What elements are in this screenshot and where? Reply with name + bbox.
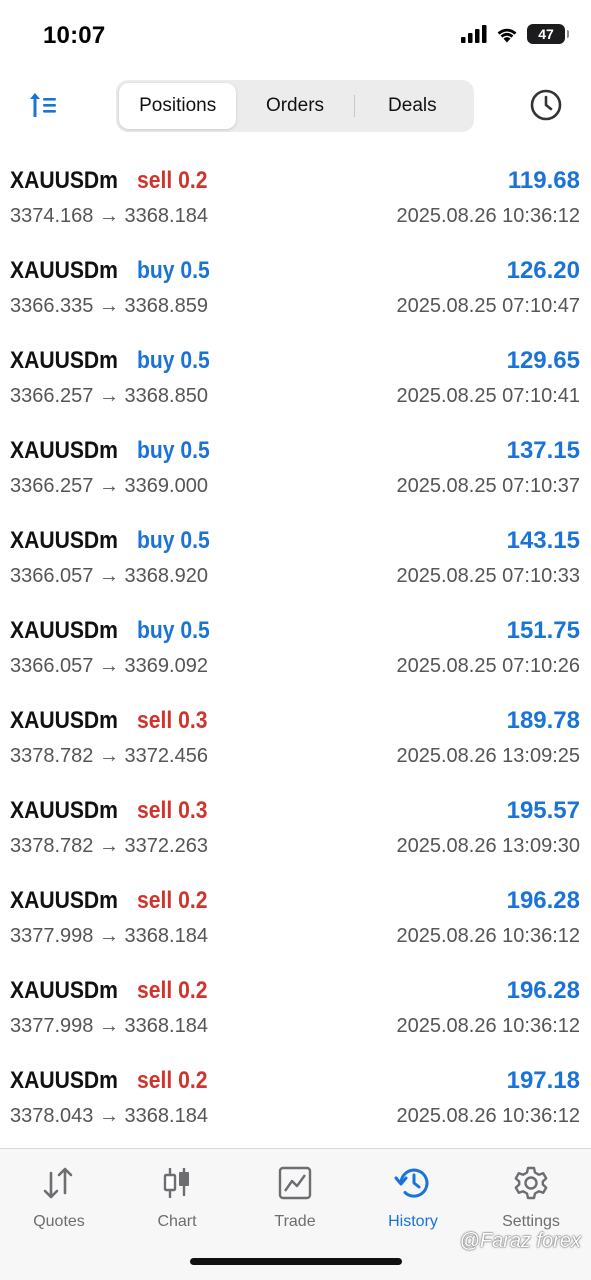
position-symbol: XAUUSDm [10, 1067, 118, 1094]
position-prices: 3366.057 → 3369.092 [10, 655, 208, 677]
position-profit: 197.18 [506, 1067, 580, 1094]
position-time: 2025.08.26 10:36:12 [396, 1015, 580, 1037]
position-prices: 3377.998 → 3368.184 [10, 1015, 208, 1037]
position-profit: 195.57 [506, 797, 580, 824]
position-profit: 137.15 [506, 437, 580, 464]
position-symbol: XAUUSDm [10, 347, 118, 374]
history-icon [393, 1163, 433, 1203]
wifi-icon [497, 28, 517, 43]
position-row[interactable]: XAUUSDm sell 0.2 197.18 3378.043 → 3368.184… [0, 1057, 591, 1147]
position-profit: 143.15 [506, 527, 580, 554]
position-row[interactable]: XAUUSDm sell 0.3 189.78 3378.782 → 3372.456… [0, 697, 591, 787]
tab-deals[interactable]: Deals [353, 83, 471, 129]
cellular-signal-icon [461, 25, 487, 43]
tab-chart[interactable]: Chart [127, 1163, 227, 1233]
position-prices: 3378.782 → 3372.456 [10, 745, 208, 767]
tab-settings-label: Settings [502, 1213, 560, 1230]
tab-history-label: History [388, 1213, 438, 1230]
position-side-volume: buy 0.5 [136, 527, 210, 554]
position-row[interactable]: XAUUSDm buy 0.5 151.75 3366.057 → 3369.092 2… [0, 607, 591, 697]
tab-trade[interactable]: Trade [245, 1163, 345, 1233]
positions-header: Positions Orders Deals [0, 78, 591, 134]
position-time: 2025.08.26 10:36:12 [396, 205, 580, 227]
position-time: 2025.08.26 10:36:12 [396, 925, 580, 947]
position-profit: 196.28 [506, 977, 580, 1004]
position-symbol: XAUUSDm [10, 257, 118, 284]
chart-icon [157, 1163, 197, 1203]
tab-settings[interactable]: Settings [481, 1163, 581, 1233]
position-prices: 3378.782 → 3372.263 [10, 835, 208, 857]
position-time: 2025.08.25 07:10:47 [396, 295, 580, 317]
position-profit: 129.65 [506, 347, 580, 374]
position-prices: 3377.998 → 3368.184 [10, 925, 208, 947]
tab-positions[interactable]: Positions [119, 83, 237, 129]
position-profit: 151.75 [506, 617, 580, 644]
settings-icon [511, 1163, 551, 1203]
position-prices: 3366.257 → 3369.000 [10, 475, 208, 497]
view-segmented-control: Positions Orders Deals [116, 80, 474, 132]
position-symbol: XAUUSDm [10, 707, 118, 734]
position-side-volume: buy 0.5 [136, 257, 210, 284]
sort-icon[interactable] [26, 88, 60, 122]
tab-trade-label: Trade [274, 1213, 316, 1230]
position-symbol: XAUUSDm [10, 617, 118, 644]
tab-quotes-label: Quotes [33, 1213, 85, 1230]
position-time: 2025.08.25 07:10:41 [396, 385, 580, 407]
battery-icon: 47 [527, 24, 569, 44]
position-row[interactable]: XAUUSDm buy 0.5 126.20 3366.335 → 3368.859 2… [0, 247, 591, 337]
trade-icon [275, 1163, 315, 1203]
position-prices: 3378.043 → 3368.184 [10, 1105, 208, 1127]
status-icons: 47 [461, 24, 569, 44]
watermark-text: @Faraz forex [459, 1230, 581, 1252]
position-side-volume: buy 0.5 [136, 617, 210, 644]
tab-quotes[interactable]: Quotes [9, 1163, 109, 1233]
position-symbol: XAUUSDm [10, 527, 118, 554]
position-symbol: XAUUSDm [10, 437, 118, 464]
position-time: 2025.08.25 07:10:33 [396, 565, 580, 587]
tab-orders[interactable]: Orders [236, 83, 353, 129]
position-row[interactable]: XAUUSDm sell 0.2 196.28 3377.998 → 3368.184… [0, 877, 591, 967]
position-symbol: XAUUSDm [10, 797, 118, 824]
position-side-volume: buy 0.5 [136, 437, 210, 464]
position-row[interactable]: XAUUSDm buy 0.5 129.65 3366.257 → 3368.850 2… [0, 337, 591, 427]
position-prices: 3366.057 → 3368.920 [10, 565, 208, 587]
position-row[interactable]: XAUUSDm sell 0.3 195.57 3378.782 → 3372.263… [0, 787, 591, 877]
position-side-volume: sell 0.3 [136, 797, 208, 824]
position-side-volume: sell 0.2 [136, 167, 208, 194]
position-side-volume: sell 0.3 [136, 707, 208, 734]
position-side-volume: sell 0.2 [136, 977, 208, 1004]
position-row[interactable]: XAUUSDm sell 0.2 196.28 3377.998 → 3368.184… [0, 967, 591, 1057]
position-prices: 3366.335 → 3368.859 [10, 295, 208, 317]
position-side-volume: sell 0.2 [136, 887, 208, 914]
position-time: 2025.08.26 13:09:30 [396, 835, 580, 857]
position-row[interactable]: XAUUSDm buy 0.5 137.15 3366.257 → 3369.000 2… [0, 427, 591, 517]
position-time: 2025.08.25 07:10:26 [396, 655, 580, 677]
position-side-volume: sell 0.2 [136, 1067, 208, 1094]
position-time: 2025.08.25 07:10:37 [396, 475, 580, 497]
position-prices: 3366.257 → 3368.850 [10, 385, 208, 407]
status-bar: 10:07 47 [0, 0, 591, 70]
position-time: 2025.08.26 10:36:12 [396, 1105, 580, 1127]
position-profit: 126.20 [506, 257, 580, 284]
clock-icon[interactable] [527, 86, 565, 124]
position-prices: 3374.168 → 3368.184 [10, 205, 208, 227]
home-indicator[interactable] [190, 1258, 402, 1265]
position-row[interactable]: XAUUSDm buy 0.5 143.15 3366.057 → 3368.920 2… [0, 517, 591, 607]
status-time: 10:07 [43, 22, 106, 49]
position-symbol: XAUUSDm [10, 977, 118, 1004]
position-profit: 189.78 [506, 707, 580, 734]
position-profit: 119.68 [507, 167, 580, 194]
positions-list: XAUUSDm sell 0.2 119.68 3374.168 → 3368.184… [0, 157, 591, 1147]
position-symbol: XAUUSDm [10, 167, 118, 194]
tab-chart-label: Chart [157, 1213, 197, 1230]
position-time: 2025.08.26 13:09:25 [396, 745, 580, 767]
position-symbol: XAUUSDm [10, 887, 118, 914]
tab-history[interactable]: History [363, 1163, 463, 1233]
position-side-volume: buy 0.5 [136, 347, 210, 374]
quotes-icon [39, 1163, 79, 1203]
position-row[interactable]: XAUUSDm sell 0.2 119.68 3374.168 → 3368.184… [0, 157, 591, 247]
position-profit: 196.28 [506, 887, 580, 914]
